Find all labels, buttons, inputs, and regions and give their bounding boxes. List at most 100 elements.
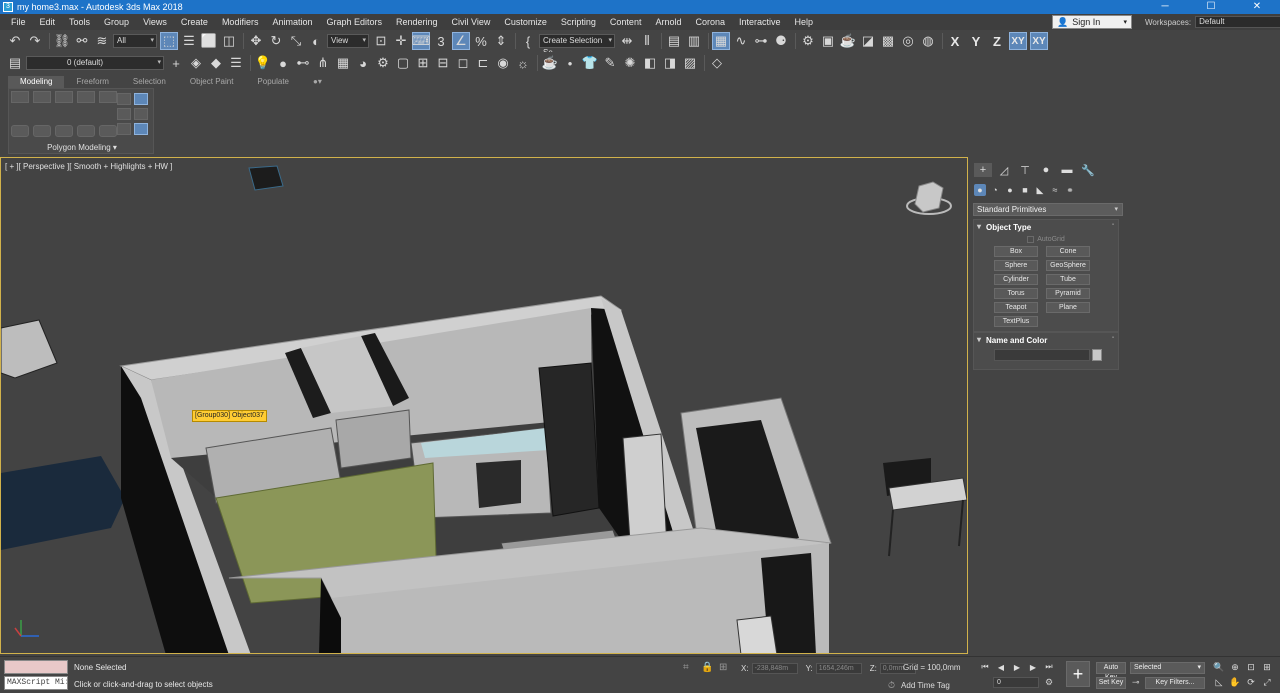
- primitive-cylinder-button[interactable]: Cylinder: [994, 274, 1038, 285]
- geometry-icon[interactable]: ●: [974, 184, 986, 196]
- select-object-icon[interactable]: ⬚: [160, 32, 178, 50]
- object-type-header[interactable]: Object Type ▪: [974, 220, 1118, 233]
- named-selection-dropdown[interactable]: Create Selection Se: [539, 34, 615, 57]
- crop-icon[interactable]: ⊏: [474, 54, 492, 72]
- scale-icon[interactable]: ⤡: [287, 32, 305, 50]
- isolate-selection-icon[interactable]: ⌗: [683, 662, 695, 674]
- maximize-icon[interactable]: ☐: [1188, 0, 1234, 14]
- orbit-icon[interactable]: ⟳: [1244, 676, 1258, 688]
- light-object[interactable]: [248, 165, 284, 191]
- eye-icon[interactable]: ◉: [494, 54, 512, 72]
- dot-icon[interactable]: •: [561, 54, 579, 72]
- previous-frame-icon[interactable]: ◀: [994, 661, 1008, 673]
- proxy-icon[interactable]: ◧: [641, 54, 659, 72]
- shirt-icon[interactable]: 👕: [581, 54, 599, 72]
- zoom-extents-icon[interactable]: ⊡: [1244, 661, 1258, 673]
- current-frame-field[interactable]: 0: [993, 677, 1039, 688]
- menu-scripting[interactable]: Scripting: [554, 17, 603, 27]
- key-set-dropdown[interactable]: Selected: [1130, 662, 1205, 674]
- selection-lock-icon[interactable]: 🔒: [701, 662, 713, 674]
- primitive-tube-button[interactable]: Tube: [1046, 274, 1090, 285]
- ribbon-panel-label[interactable]: Polygon Modeling ▾: [9, 143, 155, 153]
- add-to-layer-icon[interactable]: +: [167, 54, 185, 72]
- select-region-icon[interactable]: ◻: [454, 54, 472, 72]
- maxscript-mini-listener-output[interactable]: [4, 660, 68, 674]
- edit-named-selections-icon[interactable]: {: [519, 32, 537, 50]
- place-icon[interactable]: ◐: [307, 32, 325, 50]
- snaps-toggle-icon[interactable]: 3: [432, 32, 450, 50]
- layer-explorer-icon[interactable]: ▤: [6, 54, 24, 72]
- primitive-geosphere-button[interactable]: GeoSphere: [1046, 260, 1090, 271]
- sphere-light-icon[interactable]: ●: [274, 54, 292, 72]
- go-to-end-icon[interactable]: ⏭: [1042, 661, 1056, 673]
- next-frame-icon[interactable]: ▶: [1026, 661, 1040, 673]
- cabinet-mid[interactable]: [335, 409, 412, 469]
- rotate-icon[interactable]: ↻: [267, 32, 285, 50]
- menu-corona[interactable]: Corona: [688, 17, 732, 27]
- corona-render-icon[interactable]: ◎: [899, 32, 917, 50]
- ribbon-tab-selection[interactable]: Selection: [121, 76, 178, 88]
- primitive-sphere-button[interactable]: Sphere: [994, 260, 1038, 271]
- utilities-tab-icon[interactable]: 🔧: [1079, 163, 1097, 177]
- table-icon[interactable]: ▦: [334, 54, 352, 72]
- ribbon-tool-button[interactable]: [11, 91, 29, 103]
- menu-animation[interactable]: Animation: [265, 17, 319, 27]
- axis-x-button[interactable]: X: [946, 32, 964, 50]
- axis-xy-cycle-button[interactable]: XY: [1030, 32, 1048, 50]
- mirror-icon[interactable]: ⇹: [618, 32, 636, 50]
- select-manipulate-icon[interactable]: ✛: [392, 32, 410, 50]
- render-selected-icon[interactable]: ▨: [681, 54, 699, 72]
- corona-ipr-icon[interactable]: ◍: [919, 32, 937, 50]
- spinner-snap-icon[interactable]: ⇕: [492, 32, 510, 50]
- menu-help[interactable]: Help: [788, 17, 821, 27]
- primitive-torus-button[interactable]: Torus: [994, 288, 1038, 299]
- material-ball-icon[interactable]: ◕: [354, 54, 372, 72]
- rendered-frame-window-icon[interactable]: ▣: [819, 32, 837, 50]
- play-icon[interactable]: ▶: [1010, 661, 1024, 673]
- angle-snap-icon[interactable]: ∠: [452, 32, 470, 50]
- stack-layers-icon[interactable]: ☰: [227, 54, 245, 72]
- set-key-mode-button[interactable]: Set Key: [1096, 677, 1126, 689]
- window-crossing-icon[interactable]: ◫: [220, 32, 238, 50]
- redo-icon[interactable]: ↷: [26, 32, 44, 50]
- primitive-pyramid-button[interactable]: Pyramid: [1046, 288, 1090, 299]
- perspective-viewport[interactable]: [ + ][ Perspective ][ Smooth + Highlight…: [0, 157, 968, 654]
- zoom-icon[interactable]: 🔍: [1212, 661, 1226, 673]
- y-coordinate-field[interactable]: 1654,246m: [815, 662, 862, 674]
- selection-filter-dropdown[interactable]: All: [113, 34, 157, 48]
- name-and-color-header[interactable]: Name and Color ▪: [974, 333, 1118, 346]
- create-tab-icon[interactable]: +: [974, 163, 992, 177]
- ribbon-tab-modeling[interactable]: Modeling: [8, 76, 65, 88]
- menu-arnold[interactable]: Arnold: [648, 17, 688, 27]
- ribbon-tool-button-active[interactable]: [134, 123, 148, 135]
- geometry-category-dropdown[interactable]: Standard Primitives: [973, 203, 1123, 216]
- object-name-field[interactable]: [994, 349, 1090, 361]
- toggle-ribbon-icon[interactable]: ▦: [712, 32, 730, 50]
- proxy-export-icon[interactable]: ◨: [661, 54, 679, 72]
- box-object[interactable]: [736, 615, 778, 654]
- ribbon-tab-object-paint[interactable]: Object Paint: [178, 76, 246, 88]
- zoom-extents-all-icon[interactable]: ⊞: [1260, 661, 1274, 673]
- modify-tab-icon[interactable]: ◿: [995, 163, 1013, 177]
- oven[interactable]: [476, 460, 521, 508]
- tree-icon[interactable]: ⋔: [314, 54, 332, 72]
- ribbon-tool-button[interactable]: [33, 91, 51, 103]
- scene-explorer-icon[interactable]: ▤: [665, 32, 683, 50]
- viewport-label[interactable]: [ + ][ Perspective ][ Smooth + Highlight…: [5, 162, 172, 171]
- percent-snap-icon[interactable]: %: [472, 32, 490, 50]
- region-icon[interactable]: ⊟: [434, 54, 452, 72]
- ribbon-tool-button[interactable]: [99, 125, 117, 137]
- hierarchy-tab-icon[interactable]: ⊤: [1016, 163, 1034, 177]
- menu-edit[interactable]: Edit: [33, 17, 63, 27]
- primitive-box-button[interactable]: Box: [994, 246, 1038, 257]
- ribbon-tool-button[interactable]: [117, 108, 131, 120]
- material-editor-icon[interactable]: ⚈: [772, 32, 790, 50]
- systems-icon[interactable]: ⚭: [1064, 184, 1076, 196]
- ribbon-tool-button[interactable]: [117, 123, 131, 135]
- ribbon-tool-button[interactable]: [134, 108, 148, 120]
- select-layer-objects-icon[interactable]: ◆: [207, 54, 225, 72]
- absolute-mode-icon[interactable]: ⊞: [719, 662, 731, 674]
- gear-icon[interactable]: ⚙: [374, 54, 392, 72]
- lights-icon[interactable]: ●: [1004, 184, 1016, 196]
- ribbon-tool-button[interactable]: [117, 93, 131, 105]
